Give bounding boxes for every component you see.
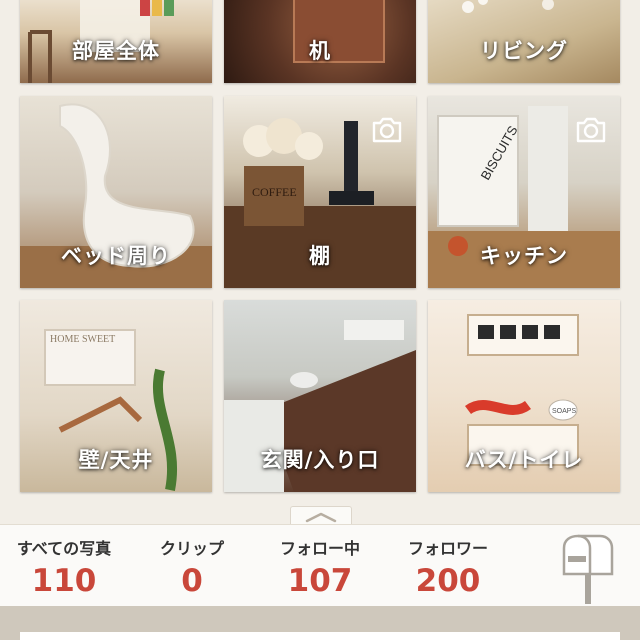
chevron-up-icon <box>305 512 337 523</box>
category-label: キッチン <box>480 244 568 268</box>
category-label: 棚 <box>309 244 331 268</box>
stat-label: フォロワー <box>407 539 488 558</box>
category-tile-desk[interactable]: 机 <box>224 0 416 83</box>
profile-stats-bar: すべての写真 110 クリップ 0 フォロー中 107 フォロワー 200 <box>0 524 640 607</box>
category-tile-room[interactable]: 部屋全体 <box>20 0 212 83</box>
stat-all-photos[interactable]: すべての写真 110 <box>0 525 128 607</box>
bottom-card <box>20 632 620 640</box>
category-tile-kitchen[interactable]: BISCUITS キッチン <box>428 96 620 288</box>
category-tile-wall[interactable]: HOME SWEET 壁/天井 <box>20 300 212 492</box>
category-tile-living[interactable]: リビング <box>428 0 620 83</box>
category-grid: 部屋全体 机 リビング ベッド周り COFFEE 棚 BISCUITS キッチン… <box>0 0 640 512</box>
stat-value: 200 <box>415 563 481 599</box>
stat-following[interactable]: フォロー中 107 <box>256 525 384 607</box>
category-label: 玄関/入り口 <box>260 448 380 472</box>
category-label: 壁/天井 <box>78 448 154 472</box>
page: 部屋全体 机 リビング ベッド周り COFFEE 棚 BISCUITS キッチン… <box>0 0 640 640</box>
wall-rack-text: HOME SWEET <box>50 334 115 345</box>
camera-icon <box>574 116 608 144</box>
stat-followers[interactable]: フォロワー 200 <box>384 525 512 607</box>
category-label: ベッド周り <box>61 244 171 268</box>
category-label: バス/トイレ <box>464 448 584 472</box>
camera-icon <box>370 116 404 144</box>
category-label: 机 <box>309 39 331 63</box>
soaps-tin-text: SOAPS <box>552 408 576 415</box>
stat-label: フォロー中 <box>279 539 360 558</box>
category-label: 部屋全体 <box>72 39 160 63</box>
mailbox-icon[interactable] <box>556 534 616 604</box>
category-tile-bed[interactable]: ベッド周り <box>20 96 212 288</box>
stat-value: 0 <box>181 563 203 599</box>
stat-label: すべての写真 <box>16 539 112 558</box>
stat-label: クリップ <box>159 539 224 558</box>
stat-clips[interactable]: クリップ 0 <box>128 525 256 607</box>
stat-value: 110 <box>31 563 97 599</box>
category-tile-bath[interactable]: SOAPS バス/トイレ <box>428 300 620 492</box>
category-tile-entrance[interactable]: 玄関/入り口 <box>224 300 416 492</box>
coffee-bin-text: COFFEE <box>252 185 297 199</box>
stat-value: 107 <box>287 563 353 599</box>
category-tile-shelf[interactable]: COFFEE 棚 <box>224 96 416 288</box>
category-label: リビング <box>480 39 568 63</box>
